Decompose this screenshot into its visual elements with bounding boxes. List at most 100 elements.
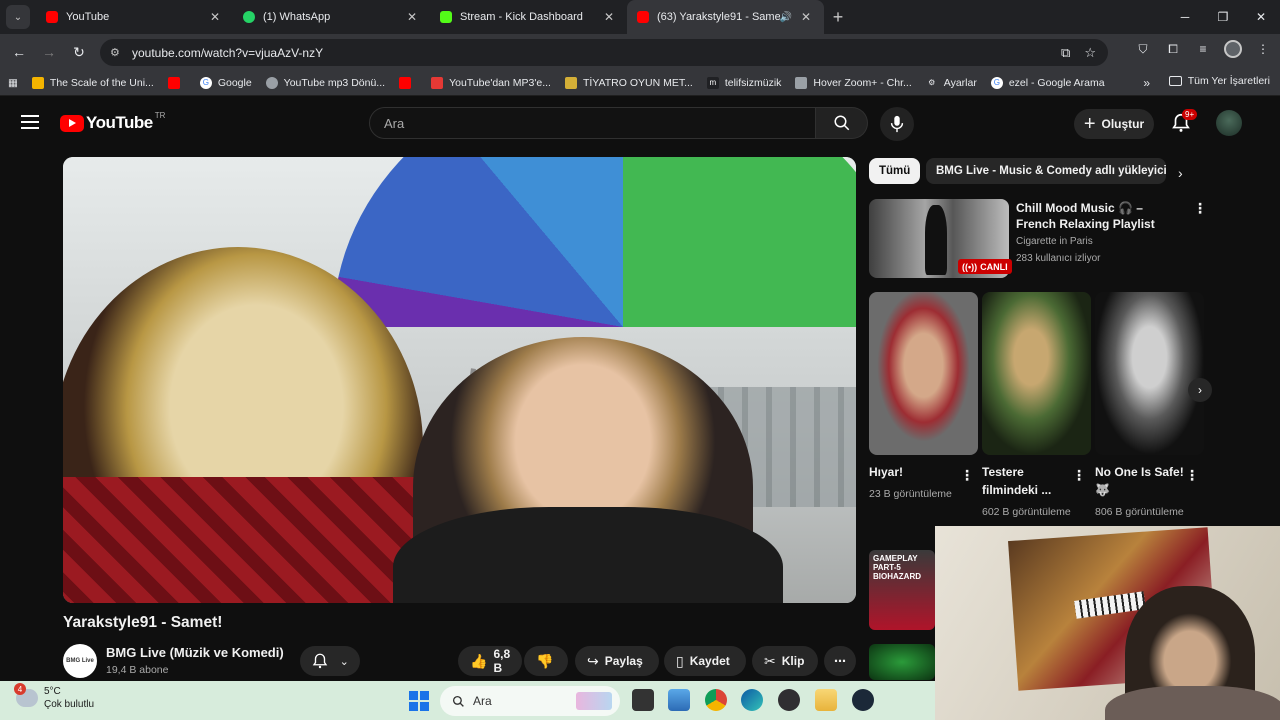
channel-avatar[interactable]: BMG Live [63,644,97,678]
recommendation-thumbnail[interactable] [869,644,935,680]
short-views: 602 B görüntüleme [982,506,1071,518]
globe-favicon-icon [265,76,278,89]
bookmark-item[interactable]: YouTube mp3 Dönü... [265,76,385,89]
subscription-bell-button[interactable]: ⌄ [300,646,360,676]
menu-hamburger-icon[interactable] [21,115,39,129]
minimize-icon[interactable]: ─ [1166,0,1204,34]
close-tab-icon[interactable]: ✕ [798,10,814,24]
music-favicon-icon: m [706,76,719,89]
bell-icon [312,653,328,669]
bookmark-item[interactable] [399,76,417,89]
bookmark-item[interactable] [167,76,186,89]
gear-icon: ⚙ [928,78,936,87]
search-button[interactable] [816,107,868,139]
share-button[interactable]: ↪ Paylaş [575,646,659,676]
dislike-button[interactable]: 👎 [524,646,568,676]
profile-avatar-icon[interactable] [1224,40,1242,58]
bookmark-item[interactable]: The Scale of the Uni... [31,76,154,89]
all-bookmarks-button[interactable]: Tüm Yer İşaretleri [1168,75,1270,87]
short-title[interactable]: No One Is Safe! 🐺 [1095,463,1185,499]
chrome-icon[interactable] [705,689,727,711]
obs-icon[interactable] [778,689,800,711]
more-vertical-icon[interactable]: ⋮ [1193,200,1207,217]
bookmark-item[interactable]: ⚙ Ayarlar [926,77,977,89]
notifications-button[interactable]: 9+ [1170,109,1198,136]
more-vertical-icon[interactable]: ⋮ [1072,467,1086,484]
close-tab-icon[interactable]: ✕ [207,10,223,24]
live-recommendation-title[interactable]: Chill Mood Music 🎧 – French Relaxing Pla… [1016,200,1181,232]
more-vertical-icon[interactable]: ⋮ [1185,467,1199,484]
photos-app-icon[interactable] [668,689,690,711]
reload-icon[interactable]: ↻ [64,37,94,67]
windows-start-icon[interactable] [409,691,429,711]
forward-icon[interactable]: → [34,37,64,67]
tab-kick[interactable]: Stream - Kick Dashboard ✕ [430,0,627,34]
tab-active-video[interactable]: (63) Yarakstyle91 - Samet! - 🔊 ✕ [627,0,824,34]
like-button[interactable]: 👍 6,8 B [458,646,522,676]
cast-icon[interactable]: ⧉ [1061,45,1070,61]
bookmark-item[interactable]: Hover Zoom+ - Chr... [795,76,912,89]
close-tab-icon[interactable]: ✕ [601,10,617,24]
apps-grid-icon[interactable]: ▦ [8,77,18,89]
taskbar-search[interactable]: Ara [440,686,620,716]
recommendation-thumbnail[interactable]: GAMEPLAY PART-5 BIOHAZARD [869,550,935,630]
close-tab-icon[interactable]: ✕ [404,10,420,24]
folder-icon [1168,76,1182,86]
bookmark-item[interactable]: Gezel - Google Arama [990,76,1105,89]
tab-whatsapp[interactable]: (1) WhatsApp ✕ [233,0,430,34]
new-tab-button[interactable]: + [824,7,852,28]
thumbs-up-icon: 👍 [470,652,488,669]
shield-extension-icon[interactable]: ⛉ [1134,40,1152,58]
back-icon[interactable]: ← [4,37,34,67]
short-thumbnail[interactable] [982,292,1091,455]
short-title[interactable]: Testere filmindeki ... [982,463,1072,499]
youtube-logo[interactable]: YouTube TR [60,110,166,133]
tab-youtube[interactable]: YouTube ✕ [36,0,233,34]
site-info-icon[interactable]: ⚙ [110,46,124,59]
channel-name[interactable]: BMG Live (Müzik ve Komedi) [106,645,284,660]
extensions-puzzle-icon[interactable]: ⧠ [1164,40,1182,58]
short-title[interactable]: Hıyar! [869,463,959,481]
bookmark-item[interactable]: YouTube'dan MP3'e... [431,76,551,89]
bookmark-star-icon[interactable]: ☆ [1084,45,1096,61]
live-recommendation-channel[interactable]: Cigarette in Paris [1016,236,1093,247]
bookmark-item[interactable]: G Google [199,76,252,89]
clip-button[interactable]: ✂ Klip [752,646,818,676]
create-button[interactable]: + Oluştur [1074,109,1154,139]
task-view-icon[interactable] [632,689,654,711]
account-avatar[interactable] [1216,110,1242,136]
address-bar[interactable]: ⚙ youtube.com/watch?v=vjuaAzV-nzY ⧉ ☆ [100,39,1108,66]
speaker-icon[interactable]: 🔊 [780,12,792,23]
maximize-icon[interactable]: ❐ [1204,0,1242,34]
shorts-next-button[interactable]: › [1188,378,1212,402]
microphone-icon [890,115,904,133]
chip-all[interactable]: Tümü [869,158,921,184]
chip-uploader[interactable]: BMG Live - Music & Comedy adlı yükleyici… [926,158,1166,184]
save-button[interactable]: ▯ Kaydet [664,646,746,676]
voice-search-button[interactable] [880,107,914,141]
video-player[interactable] [63,157,856,603]
bookmark-item[interactable]: m telifsizmüzik [706,76,781,89]
screen: ⌄ YouTube ✕ (1) WhatsApp ✕ Stream - Kick… [0,0,1280,720]
search-input[interactable]: Ara [369,107,816,139]
menu-kebab-icon[interactable]: ⋮ [1254,40,1272,58]
bookmark-item[interactable]: TİYATRO OYUN MET... [564,76,693,89]
short-thumbnail[interactable] [1095,292,1204,455]
more-actions-button[interactable]: ⋯ [824,646,856,676]
short-thumbnail[interactable] [869,292,978,455]
youtube-play-icon [60,114,84,132]
save-label: Kaydet [689,654,730,668]
country-code: TR [154,110,166,120]
windows-taskbar: 4 5°C Çok bulutlu Ara [0,681,935,720]
chevron-right-icon[interactable]: › [1178,165,1183,181]
media-control-icon[interactable]: ≡ [1194,40,1212,58]
steam-icon[interactable] [852,689,874,711]
weather-badge: 4 [14,683,26,695]
more-vertical-icon[interactable]: ⋮ [960,467,974,484]
edge-icon[interactable] [741,689,763,711]
bookmarks-overflow-icon[interactable]: » [1143,76,1150,90]
file-explorer-icon[interactable] [815,689,837,711]
close-window-icon[interactable]: ✕ [1242,0,1280,34]
tab-search-button[interactable]: ⌄ [6,5,30,29]
weather-widget[interactable]: 4 5°C Çok bulutlu [14,683,94,711]
